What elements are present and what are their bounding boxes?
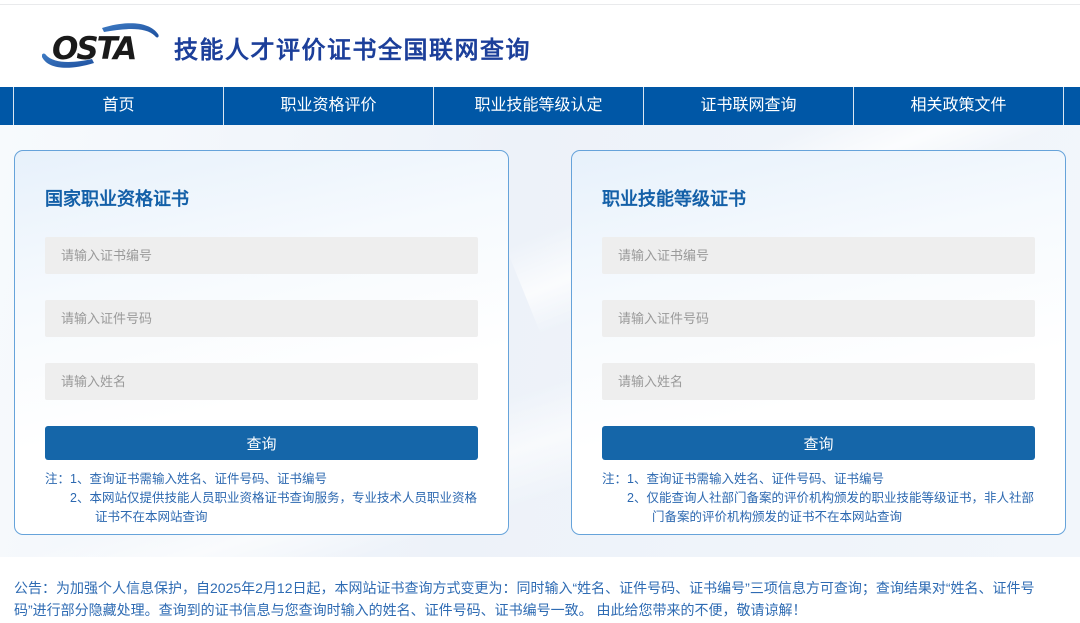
nav-item-home[interactable]: 首页 [14,87,224,125]
nav-item-skill-level-certification[interactable]: 职业技能等级认定 [434,87,644,125]
note-label: 注： [45,470,70,527]
national-qualification-card: 国家职业资格证书 查询 注： 1、查询证书需输入姓名、证件号码、证书编号 2、本… [14,150,509,535]
nav-right-filler [1063,87,1080,125]
osta-logo-icon: OSTA [42,19,160,73]
announcement-text: 公告：为加强个人信息保护，自2025年2月12日起，本网站证书查询方式变更为：同… [14,577,1066,621]
note-items: 1、查询证书需输入姓名、证件号码、证书编号 2、本网站仅提供技能人员职业资格证书… [70,470,478,527]
nav-left-spacer [0,87,13,125]
content-area: 国家职业资格证书 查询 注： 1、查询证书需输入姓名、证件号码、证书编号 2、本… [0,125,1080,557]
cert-number-input[interactable] [45,237,478,274]
card-title-national-qualification: 国家职业资格证书 [45,185,478,211]
id-number-input[interactable] [602,300,1035,337]
cert-number-input[interactable] [602,237,1035,274]
card-notes: 注： 1、查询证书需输入姓名、证件号码、证书编号 2、本网站仅提供技能人员职业资… [45,470,478,527]
query-cards: 国家职业资格证书 查询 注： 1、查询证书需输入姓名、证件号码、证书编号 2、本… [0,125,1080,535]
query-button[interactable]: 查询 [45,426,478,460]
name-input[interactable] [45,363,478,400]
id-number-input[interactable] [45,300,478,337]
nav-items: 首页 职业资格评价 职业技能等级认定 证书联网查询 相关政策文件 [13,87,1063,125]
site-header: OSTA 技能人才评价证书全国联网查询 [0,5,1080,87]
note-item: 2、仅能查询人社部门备案的评价机构颁发的职业技能等级证书，非人社部门备案的评价机… [627,489,1035,527]
osta-logo-text: OSTA [52,31,135,67]
note-item: 2、本网站仅提供技能人员职业资格证书查询服务，专业技术人员职业资格证书不在本网站… [70,489,478,527]
nav-item-certificate-query[interactable]: 证书联网查询 [644,87,854,125]
note-item: 1、查询证书需输入姓名、证件号码、证书编号 [627,470,1035,489]
nav-item-policy-documents[interactable]: 相关政策文件 [854,87,1064,125]
note-label: 注： [602,470,627,527]
query-button[interactable]: 查询 [602,426,1035,460]
note-item: 1、查询证书需输入姓名、证件号码、证书编号 [70,470,478,489]
name-input[interactable] [602,363,1035,400]
main-nav: 首页 职业资格评价 职业技能等级认定 证书联网查询 相关政策文件 [0,87,1080,125]
nav-item-occupational-qualification[interactable]: 职业资格评价 [224,87,434,125]
announcement-section: 公告：为加强个人信息保护，自2025年2月12日起，本网站证书查询方式变更为：同… [0,557,1080,621]
note-items: 1、查询证书需输入姓名、证件号码、证书编号 2、仅能查询人社部门备案的评价机构颁… [627,470,1035,527]
card-title-skill-level: 职业技能等级证书 [602,185,1035,211]
skill-level-card: 职业技能等级证书 查询 注： 1、查询证书需输入姓名、证件号码、证书编号 2、仅… [571,150,1066,535]
card-notes: 注： 1、查询证书需输入姓名、证件号码、证书编号 2、仅能查询人社部门备案的评价… [602,470,1035,527]
site-title: 技能人才评价证书全国联网查询 [174,30,531,65]
